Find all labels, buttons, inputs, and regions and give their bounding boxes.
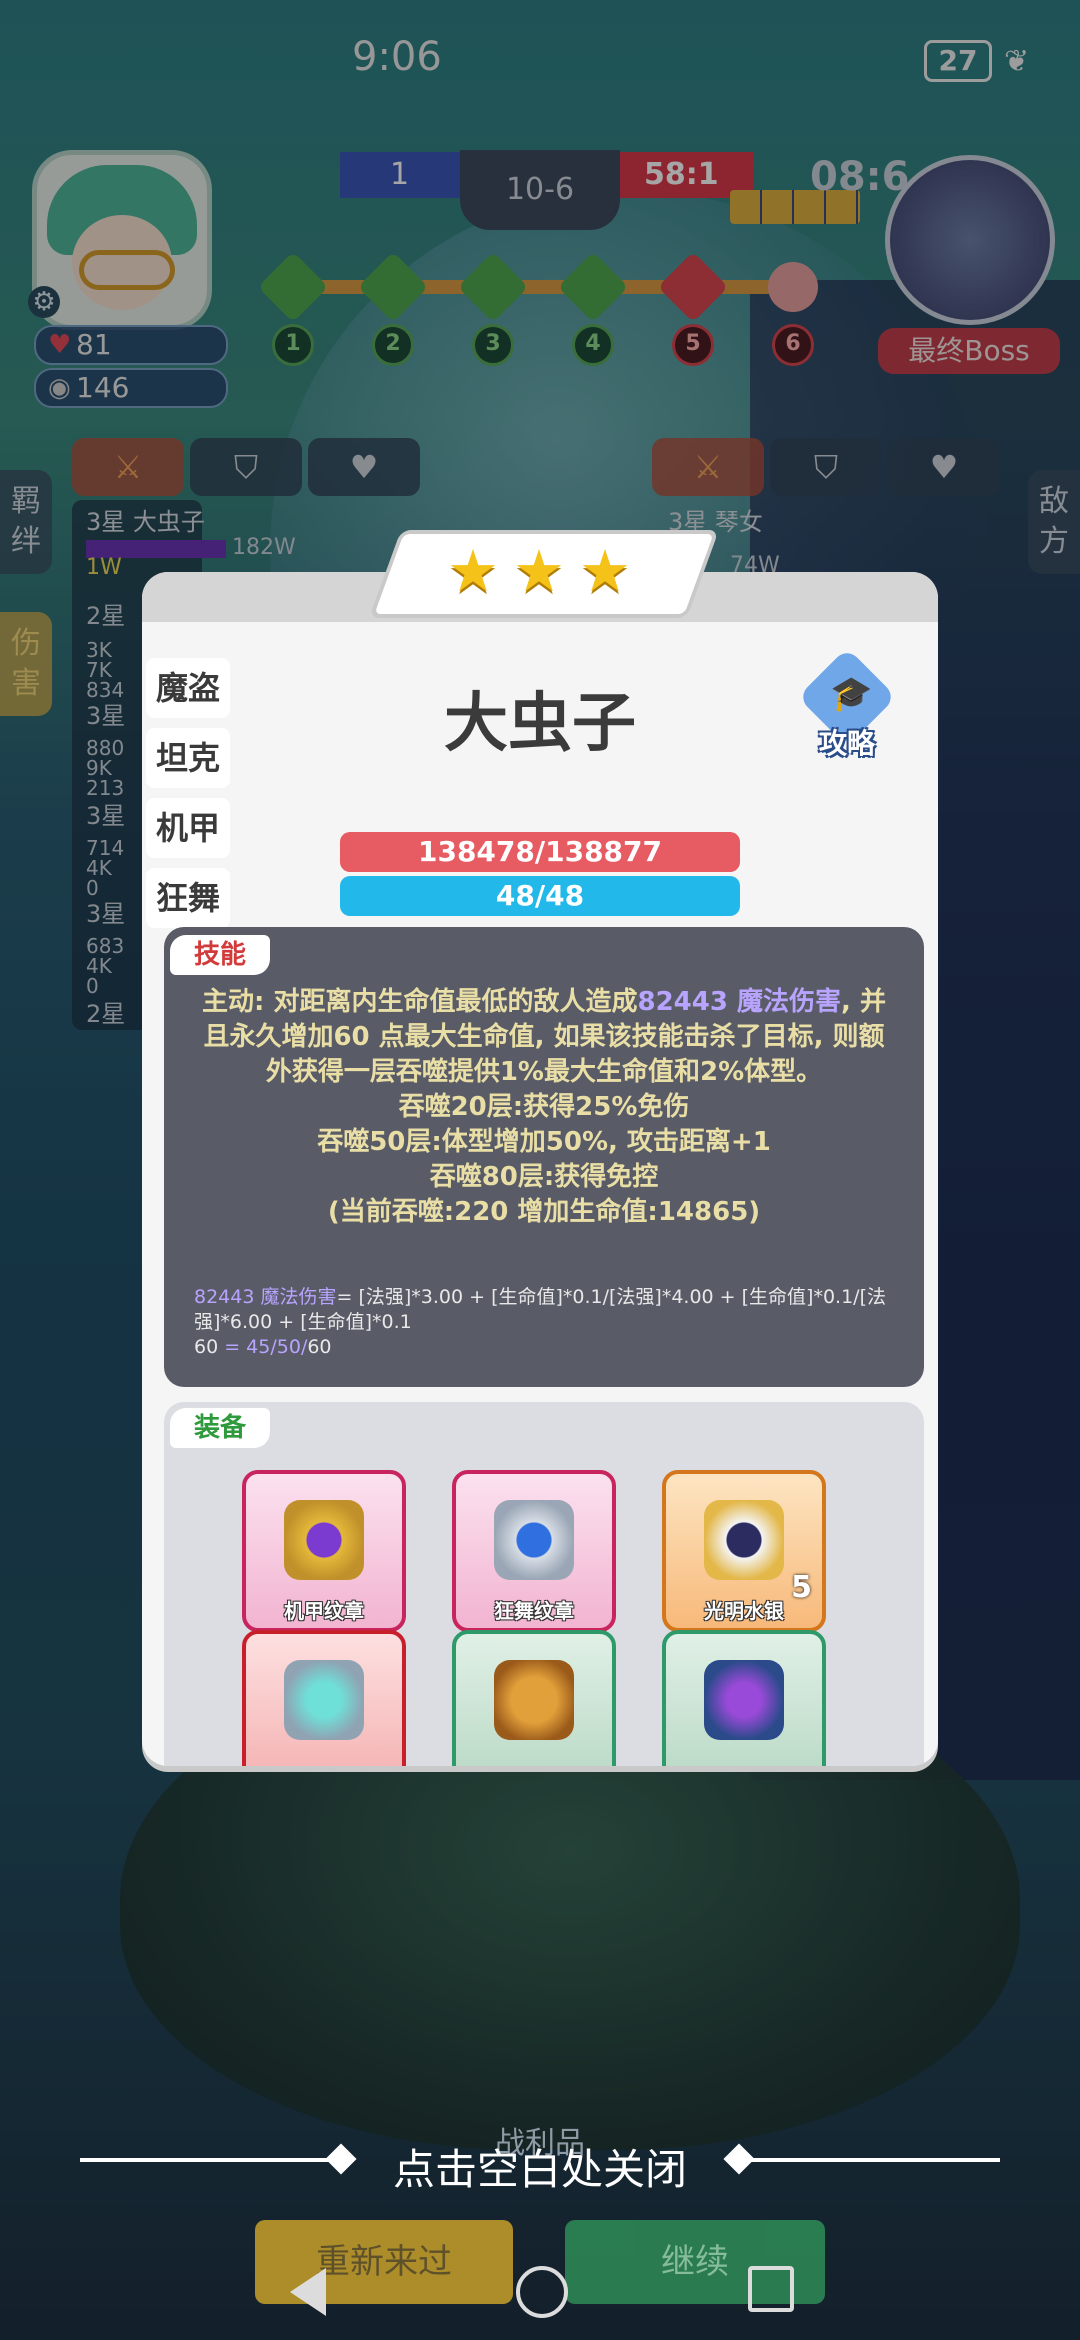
golden-mask-icon [494,1660,574,1740]
equipment-tag: 装备 [170,1408,270,1448]
dancer-emblem-icon [494,1500,574,1580]
guide-label: 攻略 [818,727,875,760]
mech-emblem-icon [284,1500,364,1580]
equipment-item[interactable]: 机甲纹章 [242,1470,406,1632]
star-icon: ★ [579,537,631,605]
hero-mana-bar: 48/48 [340,876,740,916]
star-icon: ★ [513,537,565,605]
equipment-item[interactable]: 5 光明水银 [662,1470,826,1632]
hero-hp-bar: 138478/138877 [340,832,740,872]
equipment-item[interactable] [662,1630,826,1766]
equipment-section: 装备 机甲纹章 狂舞纹章 5 光明水银 [164,1402,924,1766]
hooded-figure-icon [704,1500,784,1580]
nav-home-icon[interactable] [516,2266,568,2318]
equipment-item[interactable] [452,1630,616,1766]
guide-button[interactable]: 🎓 攻略 [797,647,897,762]
nav-back-icon[interactable] [290,2268,326,2316]
skill-formula: 82443 魔法伤害= [法强]*3.00 + [生命值]*0.1/[法强]*4… [194,1286,887,1358]
dragon-helm-icon [704,1660,784,1740]
equipment-item[interactable] [242,1630,406,1766]
nav-recents-icon[interactable] [748,2266,794,2312]
skill-section: 技能 主动: 对距离内生命值最低的敌人造成82443 魔法伤害, 并且永久增加6… [164,927,924,1387]
skill-tag: 技能 [170,935,270,975]
skill-description: 主动: 对距离内生命值最低的敌人造成82443 魔法伤害, 并且永久增加60 点… [202,987,886,1227]
close-hint: 点击空白处关闭 [392,2145,687,2194]
star-icon: ★ [447,537,499,605]
class-tab[interactable]: 机甲 [146,798,230,858]
frost-staff-icon [284,1660,364,1740]
graduation-cap-icon: 🎓 [830,674,873,714]
hero-detail-modal: 魔盗 坦克 机甲 狂舞 大虫子 🎓 攻略 138478/138877 48/48… [142,572,938,1766]
equipment-item[interactable]: 狂舞纹章 [452,1470,616,1632]
class-tab[interactable]: 狂舞 [146,868,230,928]
